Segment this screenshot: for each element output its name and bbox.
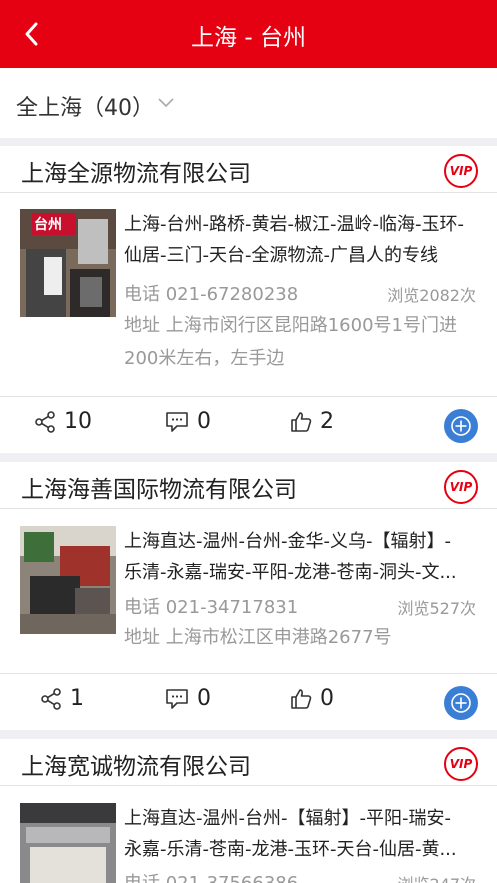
route-line: 上海直达-温州-台州-金华-义乌-【辐射】-	[124, 531, 451, 552]
divider	[0, 785, 497, 786]
share-button[interactable]: 10	[34, 409, 92, 434]
page-title: 上海 - 台州	[191, 25, 306, 51]
address-line: 地址 上海市松江区申港路2677号	[124, 627, 392, 648]
route-line: 上海-台州-路桥-黄岩-椒江-温岭-临海-玉环-	[124, 214, 464, 235]
vip-badge: VIP	[444, 747, 478, 781]
route-description: 上海直达-温州-台州-金华-义乌-【辐射】- 乐清-永嘉-瑞安-平阳-龙港-苍南…	[124, 526, 480, 588]
divider	[0, 673, 497, 674]
address: 地址 上海市闵行区昆阳路1600号1号门进 200米左右，左手边	[124, 309, 480, 375]
thumbs-up-icon	[291, 411, 312, 432]
comment-icon	[166, 411, 188, 432]
share-button[interactable]: 1	[40, 686, 84, 711]
address: 地址 上海市松江区申港路2677号	[124, 621, 480, 654]
company-photo[interactable]	[20, 803, 116, 883]
share-icon	[41, 687, 61, 710]
share-count: 10	[64, 409, 92, 434]
phone-number[interactable]: 电话 021-34717831	[124, 593, 298, 619]
address-line: 200米左右，左手边	[124, 348, 285, 369]
view-count: 浏览247次	[397, 871, 476, 883]
route-description: 上海直达-温州-台州-【辐射】-平阳-瑞安- 永嘉-乐清-苍南-龙港-玉环-天台…	[124, 803, 480, 865]
listing-card[interactable]: 上海海善国际物流有限公司 VIP 上海直达-温州-台州-金华-义乌-【辐射】- …	[0, 462, 497, 730]
app-header: 上海 - 台州	[0, 0, 497, 68]
comment-icon	[166, 688, 188, 709]
divider	[0, 396, 497, 397]
like-count: 2	[320, 409, 334, 434]
divider	[0, 508, 497, 509]
comment-count: 0	[197, 686, 211, 711]
divider	[0, 192, 497, 193]
route-line: 上海直达-温州-台州-【辐射】-平阳-瑞安-	[124, 808, 451, 829]
phone-number[interactable]: 电话 021-67280238	[124, 280, 298, 306]
view-count: 浏览2082次	[387, 286, 476, 305]
listing-card[interactable]: 上海全源物流有限公司 VIP 台州 上海-台州-路桥-黄岩-椒江-温岭-临海-玉…	[0, 146, 497, 453]
phone-number[interactable]: 电话 021-37566386	[124, 869, 298, 883]
vip-badge: VIP	[444, 154, 478, 188]
share-icon	[35, 410, 55, 433]
view-count: 浏览527次	[397, 599, 476, 618]
vip-badge: VIP	[444, 470, 478, 504]
region-filter[interactable]: 全上海（40）	[0, 68, 497, 138]
like-count: 0	[320, 686, 334, 711]
add-button[interactable]	[444, 686, 478, 720]
comment-count: 0	[197, 409, 211, 434]
company-name[interactable]: 上海宽诚物流有限公司	[21, 747, 251, 781]
company-photo[interactable]: 台州	[20, 209, 116, 317]
photo-sign-text: 台州	[34, 217, 62, 233]
like-button[interactable]: 2	[290, 409, 334, 434]
route-description: 上海-台州-路桥-黄岩-椒江-温岭-临海-玉环- 仙居-三门-天台-全源物流-广…	[124, 209, 480, 271]
chevron-down-icon	[158, 98, 174, 108]
address-line: 地址 上海市闵行区昆阳路1600号1号门进	[124, 315, 457, 336]
listing-card[interactable]: 上海宽诚物流有限公司 VIP 上海直达-温州-台州-【辐射】-平阳-瑞安- 永嘉…	[0, 739, 497, 883]
like-button[interactable]: 0	[290, 686, 334, 711]
thumbs-up-icon	[291, 688, 312, 709]
route-line: 永嘉-乐清-苍南-龙港-玉环-天台-仙居-黄...	[124, 839, 457, 860]
company-name[interactable]: 上海全源物流有限公司	[21, 154, 251, 188]
plus-circle-icon	[451, 416, 471, 436]
route-line: 乐清-永嘉-瑞安-平阳-龙港-苍南-洞头-文...	[124, 562, 457, 583]
company-name[interactable]: 上海海善国际物流有限公司	[21, 470, 297, 504]
region-filter-label: 全上海（40）	[16, 96, 154, 121]
share-count: 1	[70, 686, 84, 711]
comment-button[interactable]: 0	[165, 686, 211, 711]
comment-button[interactable]: 0	[165, 409, 211, 434]
route-line: 仙居-三门-天台-全源物流-广昌人的专线	[124, 245, 438, 266]
plus-circle-icon	[451, 693, 471, 713]
add-button[interactable]	[444, 409, 478, 443]
company-photo[interactable]	[20, 526, 116, 634]
